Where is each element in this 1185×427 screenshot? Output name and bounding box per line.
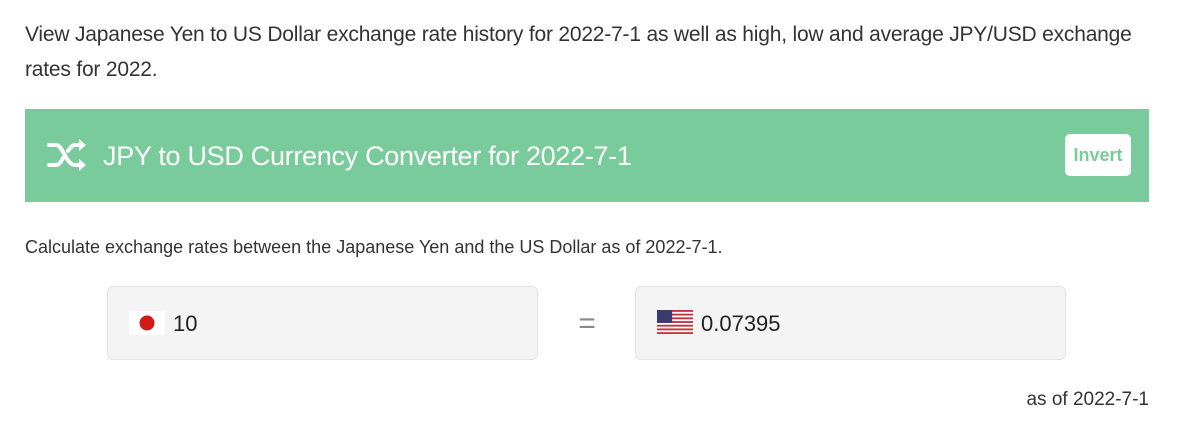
converter-title: JPY to USD Currency Converter for 2022-7… <box>103 141 632 171</box>
from-amount-field[interactable]: 10 <box>107 286 538 360</box>
converter-banner: JPY to USD Currency Converter for 2022-7… <box>25 109 1149 202</box>
invert-button[interactable]: Invert <box>1065 134 1131 176</box>
to-amount-field[interactable]: 0.07395 <box>635 286 1066 360</box>
to-amount-value[interactable]: 0.07395 <box>701 308 781 340</box>
from-amount-value[interactable]: 10 <box>173 308 197 340</box>
usa-flag-icon <box>657 310 693 334</box>
as-of-date: as of 2022-7-1 <box>1026 389 1149 410</box>
equals-sign: = <box>578 307 596 340</box>
japan-flag-icon <box>129 311 165 335</box>
intro-text: View Japanese Yen to US Dollar exchange … <box>25 23 1132 81</box>
converter-description: Calculate exchange rates between the Jap… <box>25 237 723 257</box>
shuffle-icon <box>47 139 86 171</box>
